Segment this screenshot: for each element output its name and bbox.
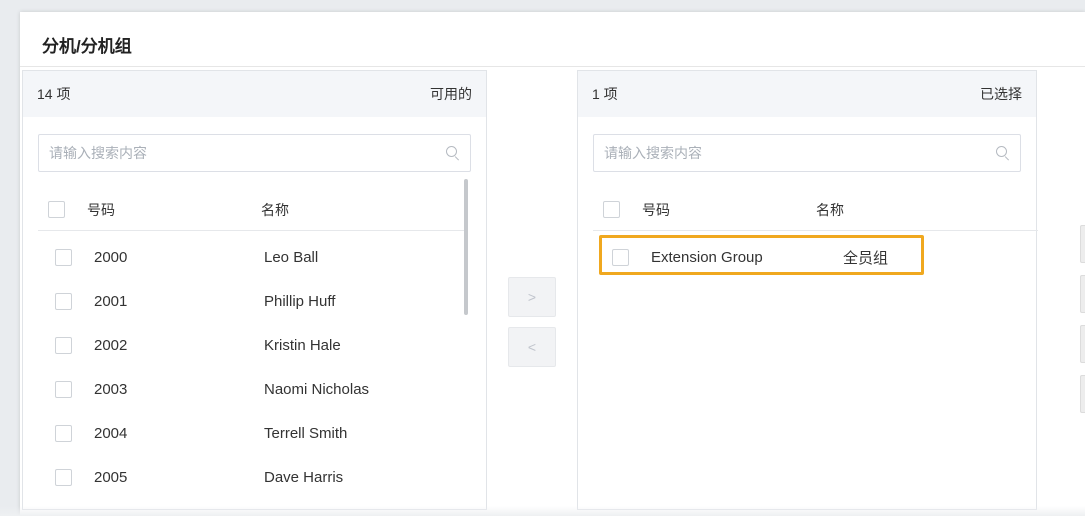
selected-count: 1 项 — [592, 86, 618, 102]
available-row[interactable]: 2001 Phillip Huff — [38, 279, 464, 323]
row-number: 2002 — [94, 336, 128, 354]
row-number: 2004 — [94, 424, 128, 442]
available-row[interactable]: 2005 Dave Harris — [38, 455, 464, 499]
available-row[interactable]: 2003 Naomi Nicholas — [38, 367, 464, 411]
row-checkbox[interactable] — [55, 336, 72, 354]
selected-panel-header: 1 项 已选择 — [578, 71, 1036, 117]
selected-panel-label: 已选择 — [980, 86, 1022, 102]
available-column-header: 号码 名称 — [38, 189, 464, 231]
row-name: Naomi Nicholas — [264, 380, 370, 398]
selected-row-highlight — [599, 235, 924, 275]
available-search-box[interactable] — [38, 134, 471, 172]
selected-search-box[interactable] — [593, 134, 1021, 172]
available-list-scrollbar[interactable] — [464, 179, 468, 315]
available-count: 14 项 — [37, 86, 71, 102]
row-name: Kristin Hale — [264, 336, 341, 354]
selected-search-input[interactable] — [604, 145, 996, 161]
row-name: Phillip Huff — [264, 292, 336, 310]
row-checkbox[interactable] — [55, 468, 72, 486]
available-panel-label: 可用的 — [430, 86, 472, 102]
row-checkbox[interactable] — [55, 248, 72, 266]
bottom-fade — [0, 506, 1085, 516]
row-number: 2005 — [94, 468, 128, 486]
title-divider — [20, 66, 1085, 67]
edge-tab[interactable] — [1080, 325, 1085, 363]
row-checkbox[interactable] — [55, 424, 72, 442]
available-panel-header: 14 项 可用的 — [23, 71, 486, 117]
row-name: Leo Ball — [264, 248, 319, 266]
available-row[interactable]: 2000 Leo Ball — [38, 235, 464, 279]
chevron-left-icon: < — [527, 339, 537, 355]
selected-panel: 1 项 已选择 号码 名称 Extension Group 全员组 — [577, 70, 1038, 510]
row-number: 2001 — [94, 292, 128, 310]
available-panel: 14 项 可用的 号码 名称 2000 Leo Ball 2001 Philli… — [22, 70, 487, 510]
edge-tab[interactable] — [1080, 375, 1085, 413]
selected-col-number: 号码 — [642, 201, 670, 218]
chevron-right-icon: > — [527, 289, 537, 305]
available-col-name: 名称 — [261, 201, 289, 218]
row-name: Terrell Smith — [264, 424, 348, 442]
row-number: 2000 — [94, 248, 128, 266]
available-search-input[interactable] — [49, 145, 446, 161]
row-checkbox[interactable] — [55, 380, 72, 398]
search-icon[interactable] — [996, 146, 1010, 160]
row-checkbox[interactable] — [55, 292, 72, 310]
available-select-all-checkbox[interactable] — [48, 201, 65, 218]
available-col-number: 号码 — [87, 201, 115, 218]
available-row[interactable]: 2004 Terrell Smith — [38, 411, 464, 455]
edge-tab[interactable] — [1080, 225, 1085, 263]
selected-column-header: 号码 名称 — [593, 189, 1038, 231]
search-icon[interactable] — [446, 146, 460, 160]
move-right-button[interactable]: > — [508, 277, 556, 317]
selected-select-all-checkbox[interactable] — [603, 201, 620, 218]
move-left-button[interactable]: < — [508, 327, 556, 367]
row-name: Dave Harris — [264, 468, 344, 486]
available-row[interactable]: 2002 Kristin Hale — [38, 323, 464, 367]
row-number: 2003 — [94, 380, 128, 398]
edge-tab[interactable] — [1080, 275, 1085, 313]
section-title: 分机/分机组 — [42, 37, 132, 56]
selected-col-name: 名称 — [816, 201, 844, 218]
